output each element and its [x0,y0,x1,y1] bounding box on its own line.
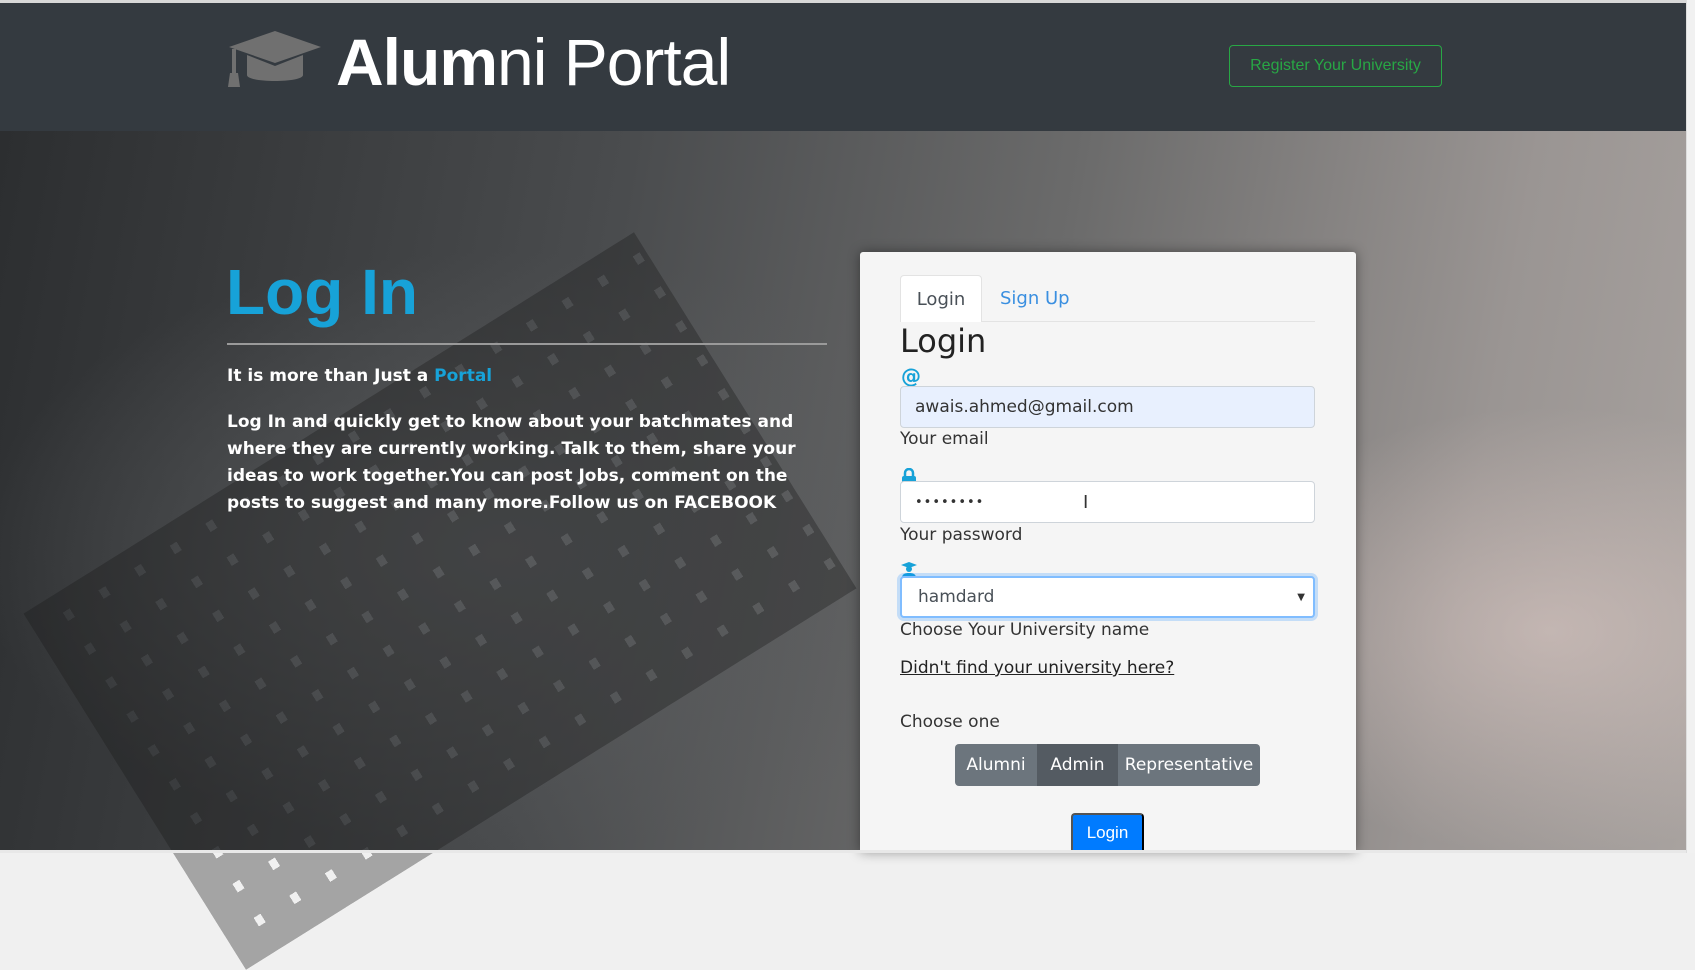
brand-title[interactable]: Alumni Portal [336,24,731,100]
university-value: hamdard [918,587,995,607]
role-button-group: Alumni Admin Representative [955,744,1260,786]
form-title: Login [900,322,987,360]
email-input[interactable]: awais.ahmed@gmail.com [900,386,1315,428]
brand-bold: Alum [336,25,498,99]
university-label: Choose Your University name [900,620,1150,640]
register-university-button[interactable]: Register Your University [1229,45,1442,87]
tab-login[interactable]: Login [900,275,982,322]
chevron-down-icon: ▼ [1297,591,1305,603]
tagline: It is more than Just a Portal [227,366,492,386]
tagline-highlight: Portal [434,366,493,386]
role-label: Choose one [900,712,1000,732]
tab-sign-up[interactable]: Sign Up [1000,275,1070,322]
at-icon: @ [901,364,921,388]
divider [227,343,827,345]
role-representative-button[interactable]: Representative [1118,744,1260,786]
login-panel: Login Sign Up Login @ awais.ahmed@gmail.… [860,252,1356,853]
password-input[interactable]: •••••••• I [900,481,1315,523]
login-submit-button[interactable]: Login [1071,813,1144,853]
password-mask: •••••••• [915,494,985,510]
university-select[interactable]: hamdard ▼ [900,576,1315,618]
page-title: Log In [226,256,418,328]
role-alumni-button[interactable]: Alumni [955,744,1037,786]
text-cursor-icon: I [1083,491,1089,513]
email-label: Your email [900,429,989,449]
scrollbar[interactable] [1686,0,1695,853]
tagline-text: It is more than Just a [227,366,435,386]
missing-university-link[interactable]: Didn't find your university here? [900,658,1174,678]
role-admin-button[interactable]: Admin [1037,744,1118,786]
tab-bar: Login Sign Up [900,275,1315,322]
description: Log In and quickly get to know about you… [227,412,796,513]
password-label: Your password [900,525,1023,545]
graduation-cap-icon [228,31,321,87]
brand-light: ni Portal [497,25,731,99]
